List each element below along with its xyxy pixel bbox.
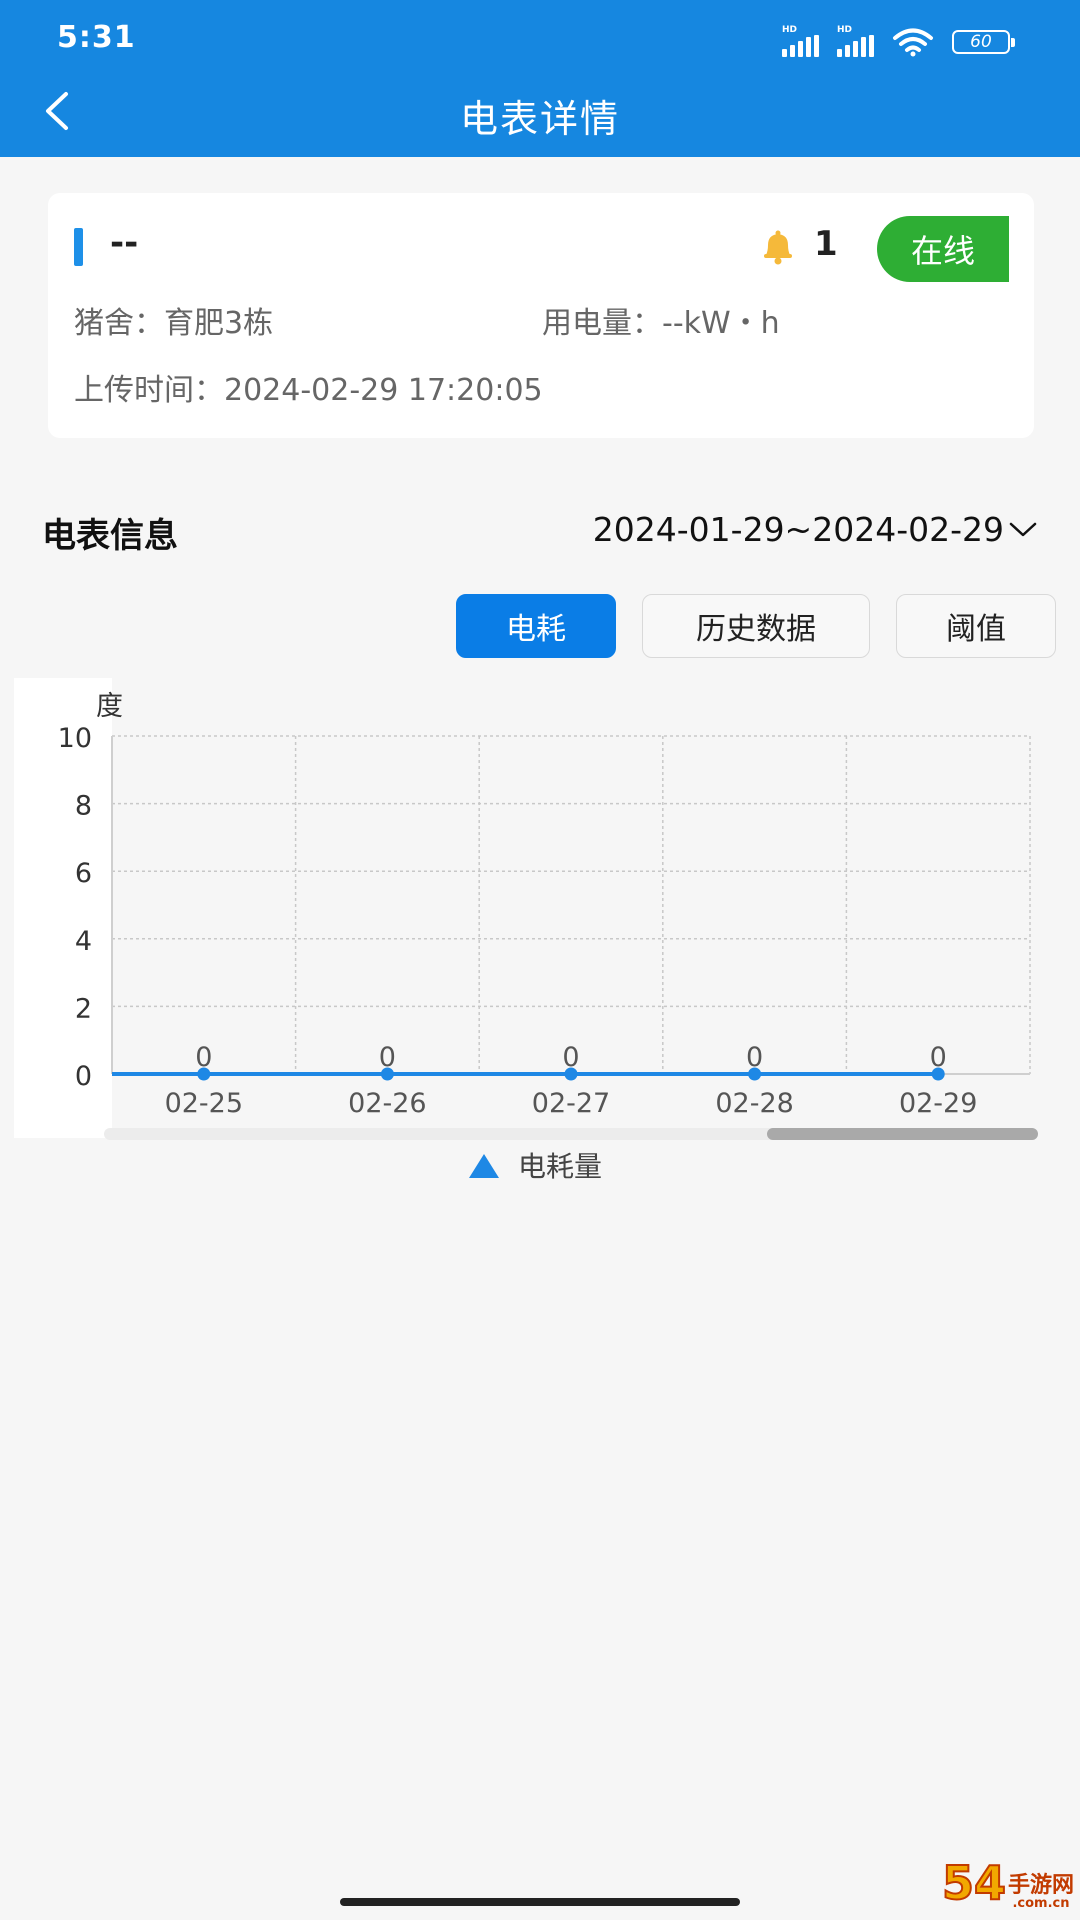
battery-level: 60 bbox=[970, 32, 992, 52]
card-accent-bar bbox=[74, 228, 83, 266]
alarm-count: 1 bbox=[814, 224, 838, 264]
pig-house-label: 猪舍： bbox=[74, 306, 164, 341]
tab-threshold[interactable]: 阈值 bbox=[896, 594, 1056, 658]
upload-time-info: 上传时间：2024-02-29 17:20:05 bbox=[74, 365, 543, 409]
wifi-icon bbox=[893, 28, 933, 57]
data-label: 0 bbox=[195, 1042, 212, 1073]
bell-icon[interactable] bbox=[758, 227, 798, 267]
signal-icon: HD bbox=[837, 25, 874, 57]
signal-icon: HD bbox=[782, 25, 819, 57]
usage-value: --kW・h bbox=[662, 306, 780, 341]
x-tick-label: 02-26 bbox=[348, 1088, 426, 1119]
status-icons: HD HD 60 bbox=[782, 24, 1015, 60]
pig-house-info: 猪舍：育肥3栋 bbox=[74, 298, 273, 342]
tab-history-data[interactable]: 历史数据 bbox=[642, 594, 870, 658]
upload-time-value: 2024-02-29 17:20:05 bbox=[224, 373, 543, 408]
y-tick-label: 4 bbox=[75, 926, 92, 957]
x-tick-label: 02-25 bbox=[165, 1088, 243, 1119]
meter-card: -- 1 在线 猪舍：育肥3栋 用电量：--kW・h 上传时间：2024-02-… bbox=[48, 193, 1034, 438]
legend-label: 电耗量 bbox=[518, 1150, 602, 1183]
x-tick-label: 02-28 bbox=[715, 1088, 793, 1119]
y-axis-label: 度 bbox=[96, 691, 123, 722]
page-title: 电表详情 bbox=[459, 97, 620, 141]
home-indicator[interactable] bbox=[340, 1898, 740, 1906]
status-time: 5:31 bbox=[57, 20, 136, 55]
chevron-down-icon bbox=[1009, 522, 1037, 536]
meter-name: -- bbox=[110, 223, 139, 263]
battery-icon: 60 bbox=[952, 30, 1015, 54]
y-tick-label: 6 bbox=[75, 858, 92, 889]
upload-time-label: 上传时间： bbox=[74, 373, 224, 408]
y-tick-label: 2 bbox=[75, 993, 92, 1024]
pig-house-value: 育肥3栋 bbox=[164, 306, 274, 341]
data-label: 0 bbox=[930, 1042, 947, 1073]
usage-label: 用电量： bbox=[542, 306, 662, 341]
watermark-logo: 54 手游网 .com.cn bbox=[941, 1855, 1074, 1911]
data-label: 0 bbox=[562, 1042, 579, 1073]
legend-triangle-icon bbox=[469, 1154, 499, 1178]
date-range-picker[interactable]: 2024-01-29~2024-02-29 bbox=[593, 510, 1038, 549]
power-consumption-chart: 0 2 4 6 8 10度 02-25 02-26 02-27 02-28 02-29 0 0 0 0 0 电耗… bbox=[14, 678, 1038, 1183]
chart-scroll-thumb bbox=[767, 1128, 1038, 1140]
tab-power-consumption[interactable]: 电耗 bbox=[456, 594, 616, 658]
y-tick-label: 10 bbox=[58, 723, 92, 754]
usage-info: 用电量：--kW・h bbox=[542, 298, 780, 342]
y-tick-label: 8 bbox=[75, 791, 92, 822]
x-tick-label: 02-27 bbox=[532, 1088, 610, 1119]
data-label: 0 bbox=[379, 1042, 396, 1073]
section-title: 电表信息 bbox=[42, 516, 178, 556]
status-badge: 在线 bbox=[877, 216, 1009, 282]
date-range-value: 2024-01-29~2024-02-29 bbox=[592, 510, 1004, 549]
data-label: 0 bbox=[746, 1042, 763, 1073]
x-tick-label: 02-29 bbox=[899, 1088, 977, 1119]
app-bar: 5:31 HD HD 60 电表详情 bbox=[0, 0, 1080, 157]
y-tick-label: 0 bbox=[75, 1061, 92, 1092]
chart-tabs: 电耗 历史数据 阈值 bbox=[0, 594, 1080, 658]
